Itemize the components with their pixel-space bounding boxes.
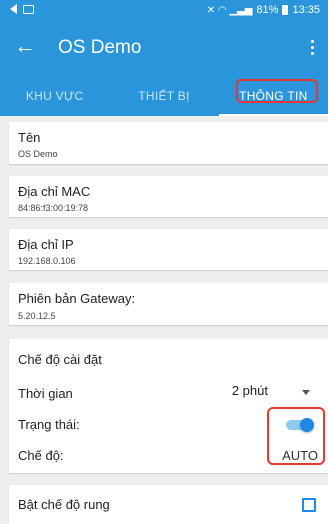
info-card-gateway: Phiên bản Gateway: 5.20.12.5 [9, 283, 328, 325]
navigation-arrow-icon [10, 4, 17, 14]
mac-label: Địa chỉ MAC [18, 184, 91, 199]
status-label: Trạng thái: [18, 417, 80, 432]
mac-value: 84:86:f3:00:19:78 [18, 203, 89, 213]
settings-highlight-box [267, 407, 325, 465]
vibration-label: Bật chế độ rung [18, 497, 110, 512]
battery-icon [282, 5, 289, 15]
tab-devices[interactable]: THIẾT BỊ [109, 76, 218, 116]
vibration-checkbox[interactable] [302, 498, 316, 512]
app-bar: ← OS Demo [0, 20, 328, 76]
info-card-mac: Địa chỉ MAC 84:86:f3:00:19:78 [9, 176, 328, 217]
image-notification-icon [23, 4, 34, 14]
time-label: Thời gian [18, 386, 73, 401]
back-arrow-icon[interactable]: ← [14, 34, 36, 58]
more-options-icon[interactable] [307, 38, 318, 57]
tab-highlight-box [236, 79, 318, 103]
signal-icon: ✕ ◠ ▁▃▅ [206, 4, 253, 16]
time-dropdown[interactable]: 2 phút [232, 383, 268, 398]
vibration-card[interactable]: Bật chế độ rung [9, 485, 328, 524]
mode-label: Chế độ: [18, 448, 64, 463]
name-label: Tên [18, 130, 41, 145]
settings-section-title: Chế độ cài đặt [18, 352, 102, 367]
status-bar: ✕ ◠ ▁▃▅ 81% 13:35 [0, 0, 328, 20]
gateway-value: 5.20.12.5 [18, 311, 56, 321]
chevron-down-icon[interactable] [302, 390, 310, 395]
settings-card: Chế độ cài đặt Thời gian 2 phút Trạng th… [9, 339, 328, 473]
info-card-ip: Địa chỉ IP 192.168.0.106 [9, 229, 328, 270]
name-value: OS Demo [18, 149, 58, 159]
info-card-name: Tên OS Demo [9, 122, 328, 164]
ip-value: 192.168.0.106 [18, 256, 76, 266]
gateway-label: Phiên bản Gateway: [18, 291, 136, 306]
battery-percent: 81% [256, 4, 279, 16]
tab-area[interactable]: KHU VỰC [0, 76, 109, 116]
ip-label: Địa chỉ IP [18, 237, 74, 252]
clock: 13:35 [292, 4, 320, 16]
page-title: OS Demo [58, 37, 142, 58]
